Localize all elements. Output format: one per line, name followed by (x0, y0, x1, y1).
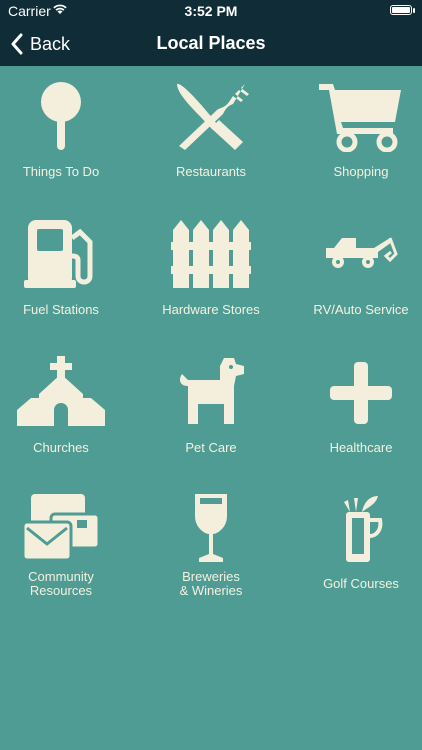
tile-label: Restaurants (175, 164, 247, 179)
tile-fuel-stations[interactable]: Fuel Stations (0, 204, 131, 334)
church-icon (17, 356, 105, 426)
plus-icon (330, 362, 392, 424)
tile-hardware-stores[interactable]: Hardware Stores (141, 204, 281, 334)
tile-label: Things To Do (22, 164, 100, 179)
shopping-cart-icon (319, 84, 401, 152)
tile-breweries-wineries[interactable]: Breweries & Wineries (141, 480, 281, 610)
mail-cards-icon (21, 494, 101, 562)
golf-bag-icon (344, 496, 383, 562)
tile-label: Breweries & Wineries (179, 569, 243, 598)
tile-label: Golf Courses (323, 576, 399, 591)
clock: 3:52 PM (184, 3, 238, 19)
page-title: Local Places (156, 33, 266, 53)
tow-truck-icon (326, 237, 398, 268)
navigation-bar: Back Local Places (0, 22, 422, 66)
wine-glass-icon (195, 494, 227, 562)
tile-restaurants[interactable]: Restaurants (141, 66, 281, 196)
tile-label: Churches (33, 440, 89, 455)
tile-label: Healthcare (329, 440, 393, 455)
tile-things-to-do[interactable]: Things To Do (0, 66, 131, 196)
tile-pet-care[interactable]: Pet Care (141, 342, 281, 472)
tile-rv-auto-service[interactable]: RV/Auto Service (291, 204, 422, 334)
tile-label: RV/Auto Service (313, 302, 409, 317)
tile-golf-courses[interactable]: Golf Courses (291, 480, 422, 610)
tile-label: Pet Care (185, 440, 237, 455)
tile-label: Hardware Stores (162, 302, 260, 317)
fence-icon (171, 220, 251, 288)
tile-healthcare[interactable]: Healthcare (291, 342, 422, 472)
fork-knife-icon (177, 83, 249, 150)
tile-label: Fuel Stations (23, 302, 99, 317)
tile-community-resources[interactable]: Community Resources (0, 480, 131, 610)
status-bar: Carrier 3:52 PM (0, 0, 422, 22)
tile-shopping[interactable]: Shopping (291, 66, 422, 196)
map-pin-icon (41, 82, 81, 150)
fuel-pump-icon (24, 220, 93, 288)
tile-label: Shopping (333, 164, 389, 179)
dog-icon (180, 358, 244, 424)
tile-churches[interactable]: Churches (0, 342, 131, 472)
battery-icon (390, 5, 415, 15)
tile-label: Community Resources (28, 569, 94, 598)
